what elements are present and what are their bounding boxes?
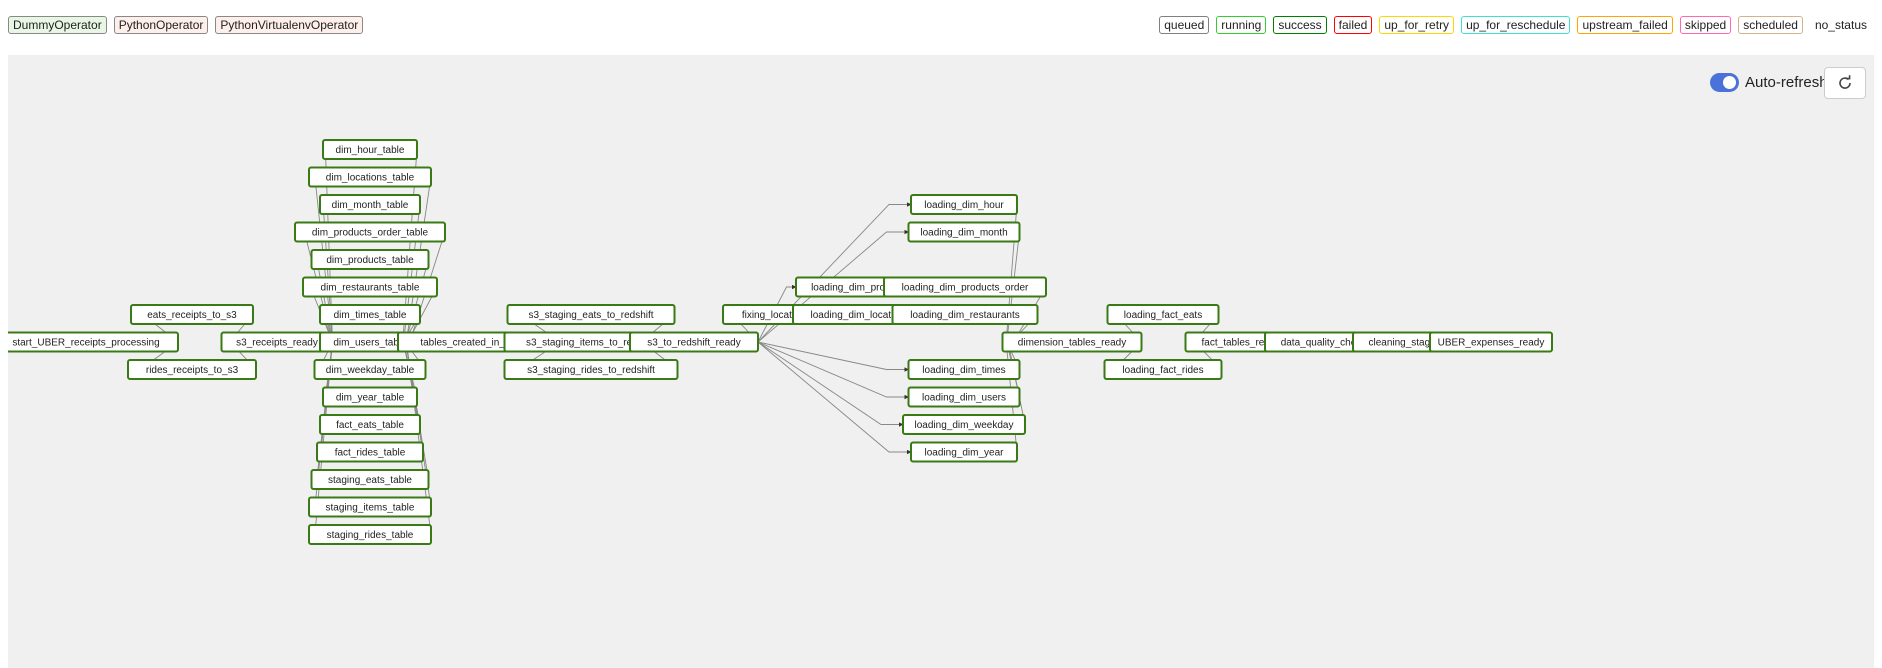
node-label: loading_fact_rides — [1122, 365, 1203, 376]
node-label: s3_staging_eats_to_redshift — [528, 310, 653, 321]
status-tag-running[interactable]: running — [1216, 16, 1267, 34]
node-eats-receipts-to-s3[interactable]: eats_receipts_to_s3 — [130, 304, 254, 325]
node-label: loading_dim_month — [920, 228, 1007, 239]
node-dim-times-table[interactable]: dim_times_table — [319, 304, 421, 325]
edge — [757, 341, 909, 372]
operator-tag-pythonvirtualenv[interactable]: PythonVirtualenvOperator — [215, 16, 364, 34]
node-label: start_UBER_receipts_processing — [12, 338, 159, 349]
node-loading-fact-rides[interactable]: loading_fact_rides — [1103, 359, 1223, 380]
node-label: staging_rides_table — [327, 530, 414, 541]
node-dim-hour-table[interactable]: dim_hour_table — [322, 139, 418, 160]
node-dim-restaurants-table[interactable]: dim_restaurants_table — [302, 276, 438, 298]
node-loading-dim-times[interactable]: loading_dim_times — [907, 359, 1021, 380]
node-loading-dim-month[interactable]: loading_dim_month — [907, 221, 1021, 243]
node-label: dim_products_table — [326, 255, 414, 266]
node-uber-expenses-ready[interactable]: UBER_expenses_ready — [1429, 331, 1553, 353]
node-loading-dim-weekday[interactable]: loading_dim_weekday — [902, 414, 1026, 435]
node-label: loading_dim_year — [925, 448, 1005, 459]
node-label: loading_dim_weekday — [915, 420, 1014, 431]
node-label: staging_items_table — [326, 503, 415, 514]
operator-legend: DummyOperator PythonOperator PythonVirtu… — [8, 16, 364, 34]
status-legend: queued running success failed up_for_ret… — [1159, 16, 1872, 34]
node-label: dim_hour_table — [336, 145, 405, 156]
node-label: dim_year_table — [336, 393, 405, 404]
node-label: loading_dim_restaurants — [910, 310, 1020, 321]
status-tag-up-for-reschedule[interactable]: up_for_reschedule — [1461, 16, 1571, 34]
node-s3-receipts-ready[interactable]: s3_receipts_ready — [220, 331, 334, 353]
node-layer: start_UBER_receipts_processing eats_recei… — [8, 139, 1553, 545]
node-dim-locations-table[interactable]: dim_locations_table — [308, 166, 432, 188]
node-s3-staging-eats-to-redshift[interactable]: s3_staging_eats_to_redshift — [506, 304, 676, 325]
node-rides-receipts-to-s3[interactable]: rides_receipts_to_s3 — [127, 359, 257, 380]
node-label: loading_dim_products_order — [902, 283, 1029, 294]
node-dimension-tables-ready[interactable]: dimension_tables_ready — [1001, 331, 1143, 353]
node-fact-rides-table[interactable]: fact_rides_table — [316, 441, 424, 463]
node-loading-dim-restaurants[interactable]: loading_dim_restaurants — [891, 304, 1039, 325]
node-label: eats_receipts_to_s3 — [147, 310, 237, 321]
node-dim-products-table[interactable]: dim_products_table — [310, 249, 430, 270]
status-tag-success[interactable]: success — [1273, 16, 1327, 34]
node-label: dim_users_table — [333, 338, 407, 349]
operator-tag-python[interactable]: PythonOperator — [113, 16, 209, 34]
status-tag-failed[interactable]: failed — [1333, 16, 1373, 34]
node-label: dimension_tables_ready — [1018, 338, 1126, 349]
dag-graph: start_UBER_receipts_processing eats_recei… — [8, 139, 1553, 545]
node-label: dim_locations_table — [326, 173, 415, 184]
node-loading-dim-users[interactable]: loading_dim_users — [907, 386, 1021, 408]
node-label: dim_month_table — [332, 200, 409, 211]
node-label: dim_products_order_table — [312, 228, 429, 239]
node-staging-items-table[interactable]: staging_items_table — [308, 496, 432, 518]
node-label: loading_dim_hour — [924, 200, 1004, 211]
node-label: loading_fact_eats — [1124, 310, 1202, 321]
node-loading-dim-hour[interactable]: loading_dim_hour — [910, 194, 1018, 215]
node-loading-dim-products-order[interactable]: loading_dim_products_order — [883, 276, 1047, 298]
node-dim-year-table[interactable]: dim_year_table — [322, 386, 418, 408]
node-loading-fact-eats[interactable]: loading_fact_eats — [1106, 304, 1220, 325]
node-dim-month-table[interactable]: dim_month_table — [319, 194, 421, 215]
node-loading-dim-year[interactable]: loading_dim_year — [910, 441, 1018, 463]
node-label: UBER_expenses_ready — [1438, 338, 1545, 349]
node-fact-eats-table[interactable]: fact_eats_table — [319, 414, 421, 435]
node-label: dim_weekday_table — [326, 365, 415, 376]
node-label: dim_times_table — [334, 310, 407, 321]
edge — [757, 341, 904, 427]
status-tag-scheduled[interactable]: scheduled — [1738, 16, 1803, 34]
node-staging-rides-table[interactable]: staging_rides_table — [308, 524, 432, 545]
status-tag-up-for-retry[interactable]: up_for_retry — [1379, 16, 1455, 34]
node-s3-staging-rides-to-redshift[interactable]: s3_staging_rides_to_redshift — [503, 359, 679, 380]
node-s3-to-redshift-ready[interactable]: s3_to_redshift_ready — [629, 331, 759, 353]
status-tag-upstream-failed[interactable]: upstream_failed — [1577, 16, 1673, 34]
node-start-uber-receipts-processing[interactable]: start_UBER_receipts_processing — [8, 331, 179, 353]
node-label: loading_dim_times — [922, 365, 1005, 376]
node-label: loading_dim_users — [922, 393, 1006, 404]
node-dim-products-order-table[interactable]: dim_products_order_table — [294, 221, 446, 243]
operator-tag-dummy[interactable]: DummyOperator — [8, 16, 107, 34]
edge — [1002, 339, 1026, 425]
node-label: dim_restaurants_table — [321, 283, 420, 294]
node-dim-weekday-table[interactable]: dim_weekday_table — [313, 359, 427, 380]
node-label: s3_staging_rides_to_redshift — [527, 365, 655, 376]
status-tag-queued[interactable]: queued — [1159, 16, 1210, 34]
node-label: s3_to_redshift_ready — [647, 338, 740, 349]
status-tag-no-status[interactable]: no_status — [1809, 16, 1872, 34]
node-label: fact_eats_table — [336, 420, 404, 431]
node-staging-eats-table[interactable]: staging_eats_table — [310, 469, 430, 490]
node-label: rides_receipts_to_s3 — [146, 365, 239, 376]
graph-canvas[interactable]: Auto-refresh start_UBER_receipts_process… — [8, 55, 1874, 668]
node-label: s3_receipts_ready — [236, 338, 318, 349]
node-label: staging_eats_table — [328, 475, 412, 486]
status-tag-skipped[interactable]: skipped — [1679, 16, 1732, 34]
node-label: fact_rides_table — [335, 448, 406, 459]
